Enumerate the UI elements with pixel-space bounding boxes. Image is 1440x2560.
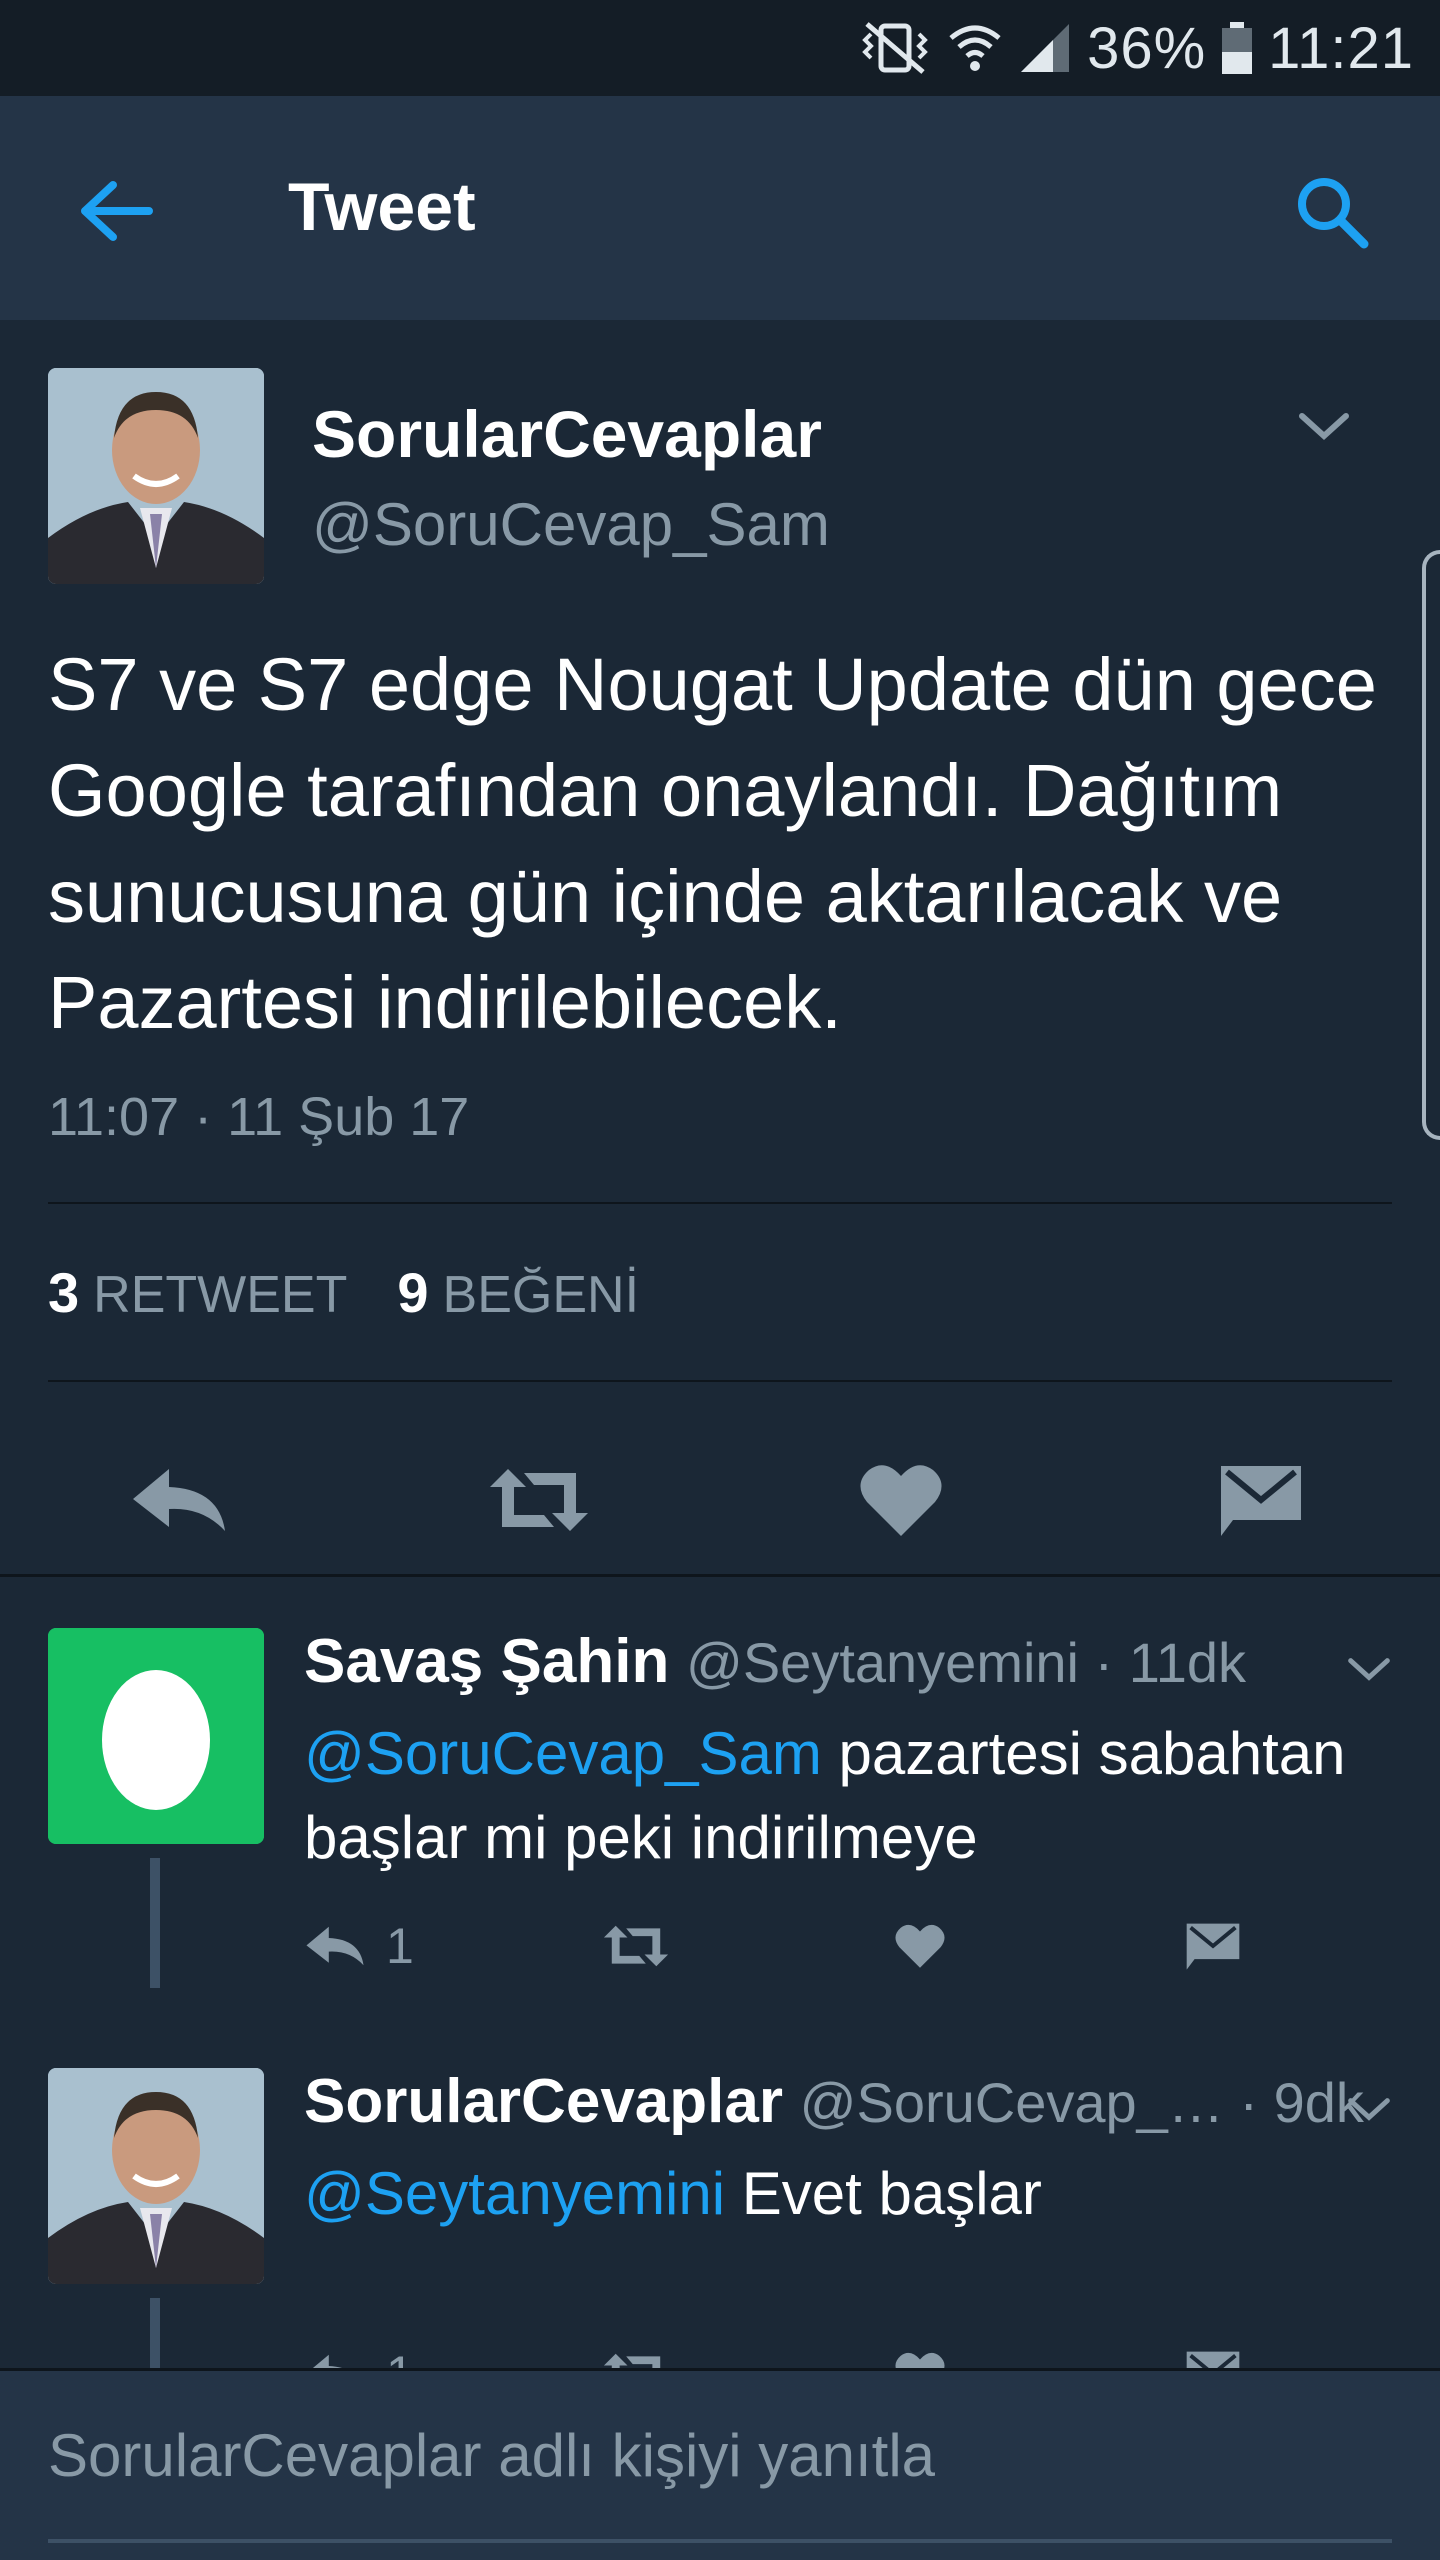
mention-link[interactable]: @SoruCevap_Sam — [304, 1720, 822, 1787]
battery-percent: 36% — [1087, 15, 1207, 81]
author-handle[interactable]: @SoruCevap_Sam — [312, 490, 830, 559]
tweet-text: S7 ve S7 edge Nougat Update dün gece Goo… — [48, 643, 1377, 1044]
like-stat[interactable]: 9 BEĞENİ — [397, 1260, 639, 1325]
tweet-timestamp: 11:07 · 11 Şub 17 — [48, 1087, 470, 1147]
reply-icon — [133, 1469, 225, 1531]
mute-vibrate-icon — [857, 20, 933, 76]
reply-text: @SoruCevap_Sam pazartesi sabahtan başlar… — [304, 1712, 1404, 1880]
section-divider — [0, 1574, 1440, 1577]
heart-icon — [860, 1465, 942, 1536]
chevron-down-icon — [1299, 413, 1349, 441]
divider — [48, 1380, 1392, 1382]
direct-message-button[interactable] — [1206, 1450, 1316, 1550]
tweet-options-button[interactable] — [1344, 1652, 1404, 1692]
reply-text: @Seytanyemini Evet başlar — [304, 2152, 1404, 2236]
tweet-options-button[interactable] — [1344, 2092, 1404, 2132]
clock: 11:21 — [1268, 15, 1414, 81]
tweet-actions — [0, 1410, 1440, 1590]
author-name[interactable]: SorularCevaplar — [312, 396, 822, 472]
reply-icon — [306, 1926, 364, 1966]
wifi-icon — [947, 20, 1003, 76]
reply-body: Evet başlar — [725, 2160, 1042, 2227]
retweet-button[interactable] — [484, 1450, 594, 1550]
arrow-left-icon — [81, 181, 153, 241]
egg-avatar-icon — [48, 1628, 264, 1844]
reply-actions: 1 — [304, 1906, 1304, 1986]
scroll-indicator[interactable] — [1422, 550, 1440, 1140]
mention-link[interactable]: @Seytanyemini — [304, 2160, 725, 2227]
reply-author-name[interactable]: Savaş Şahin — [304, 1627, 669, 1696]
reply-button[interactable]: 1 — [304, 1906, 414, 1986]
signal-icon — [1017, 20, 1073, 76]
retweet-icon — [490, 1469, 588, 1531]
envelope-icon — [1221, 1466, 1301, 1536]
reply-input[interactable]: SorularCevaplar adlı kişiyi yanıtla — [48, 2421, 935, 2490]
like-button[interactable] — [846, 1450, 956, 1550]
reply-button[interactable] — [124, 1450, 234, 1550]
status-bar: 36% 11:21 — [0, 0, 1440, 96]
retweet-label: RETWEET — [93, 1266, 348, 1324]
reply-author-name[interactable]: SorularCevaplar — [304, 2067, 783, 2136]
heart-icon — [895, 1924, 945, 1968]
search-button[interactable] — [1284, 164, 1380, 260]
tweet-stats: 3 RETWEET 9 BEĞENİ — [48, 1260, 639, 1325]
retweet-icon — [603, 1925, 669, 1967]
input-underline — [48, 2539, 1392, 2543]
reply-meta: @SoruCevap_… · 9dk — [799, 2071, 1364, 2134]
tweet-options-button[interactable] — [1294, 406, 1354, 446]
search-icon — [1298, 178, 1369, 249]
chevron-down-icon — [1348, 2098, 1390, 2121]
envelope-icon — [1186, 1923, 1240, 1970]
avatar[interactable] — [48, 1628, 264, 1844]
like-count: 9 — [397, 1261, 429, 1324]
app-bar: Tweet — [0, 96, 1440, 320]
retweet-button[interactable] — [600, 1906, 672, 1986]
reply-header: Savaş Şahin @Seytanyemini · 11dk — [304, 1626, 1246, 1697]
page-title: Tweet — [288, 169, 476, 245]
direct-message-button[interactable] — [1184, 1906, 1242, 1986]
back-button[interactable] — [70, 166, 160, 256]
reply-meta: @Seytanyemini · 11dk — [685, 1631, 1247, 1694]
thread-line — [150, 1858, 160, 1988]
retweet-count: 3 — [48, 1261, 80, 1324]
battery-icon — [1220, 20, 1254, 76]
retweet-stat[interactable]: 3 RETWEET — [48, 1260, 347, 1325]
like-label: BEĞENİ — [442, 1266, 640, 1324]
chevron-down-icon — [1348, 1658, 1390, 1681]
avatar[interactable] — [48, 2068, 264, 2284]
avatar[interactable] — [48, 368, 264, 584]
reply-header: SorularCevaplar @SoruCevap_… · 9dk — [304, 2066, 1364, 2137]
reply-count: 1 — [386, 1918, 414, 1974]
divider — [48, 1202, 1392, 1204]
like-button[interactable] — [894, 1906, 946, 1986]
reply-composer: SorularCevaplar adlı kişiyi yanıtla — [0, 2368, 1440, 2560]
